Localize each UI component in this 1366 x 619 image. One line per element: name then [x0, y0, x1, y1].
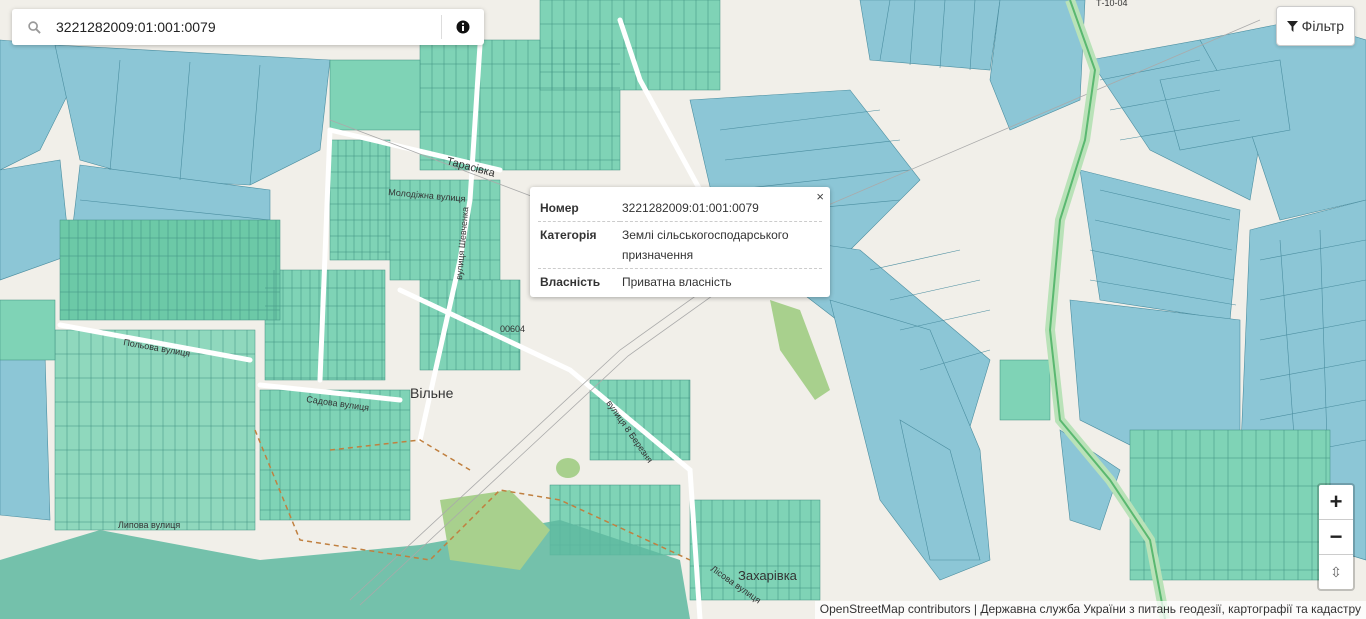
zoom-out-button[interactable]: − [1319, 520, 1353, 555]
row-key: Категорія [538, 221, 620, 269]
search-icon[interactable] [12, 9, 56, 45]
filter-button[interactable]: Фільтр [1275, 6, 1355, 46]
zoom-control: + − ⇳ [1317, 483, 1355, 591]
row-key: Номер [540, 201, 579, 215]
label-road-code-2: Т-10-04 [1096, 0, 1128, 8]
cadastral-map[interactable]: Вільне Захарівка Тарасівка Молодіжна вул… [0, 0, 1366, 619]
filter-label: Фільтр [1301, 18, 1344, 34]
parcel-info-table: Номер 3221282009:01:001:0079 Категорія З… [538, 195, 822, 295]
info-icon[interactable] [441, 15, 484, 39]
map-attribution: OpenStreetMap contributors | Державна сл… [814, 601, 1366, 619]
label-village-zakharivka: Захарівка [738, 568, 798, 583]
parcel-popup: × Номер 3221282009:01:001:0079 Категорія… [530, 187, 830, 297]
label-street-lypova: Липова вулиця [118, 520, 180, 530]
zoom-in-button[interactable]: + [1319, 485, 1353, 520]
row-value: Приватна власність [620, 268, 822, 295]
table-row: Категорія Землі сільськогосподарського п… [538, 221, 822, 269]
search-input[interactable] [56, 12, 436, 42]
row-value: Землі сільськогосподарського призначення [620, 221, 822, 269]
label-road-code: 00604 [500, 324, 525, 334]
search-bar [12, 9, 484, 45]
row-value: 3221282009:01:001:0079 [622, 201, 759, 215]
row-key: Власність [538, 268, 620, 295]
attribution-text: | Державна служба України з питань геоде… [970, 602, 1361, 616]
filter-icon [1286, 20, 1298, 32]
osm-link[interactable]: OpenStreetMap contributors [820, 602, 971, 616]
table-row: Номер 3221282009:01:001:0079 [538, 195, 822, 222]
table-row: Власність Приватна власність [538, 268, 822, 295]
reset-north-button[interactable]: ⇳ [1319, 555, 1353, 589]
label-village-vilne: Вільне [410, 385, 454, 401]
